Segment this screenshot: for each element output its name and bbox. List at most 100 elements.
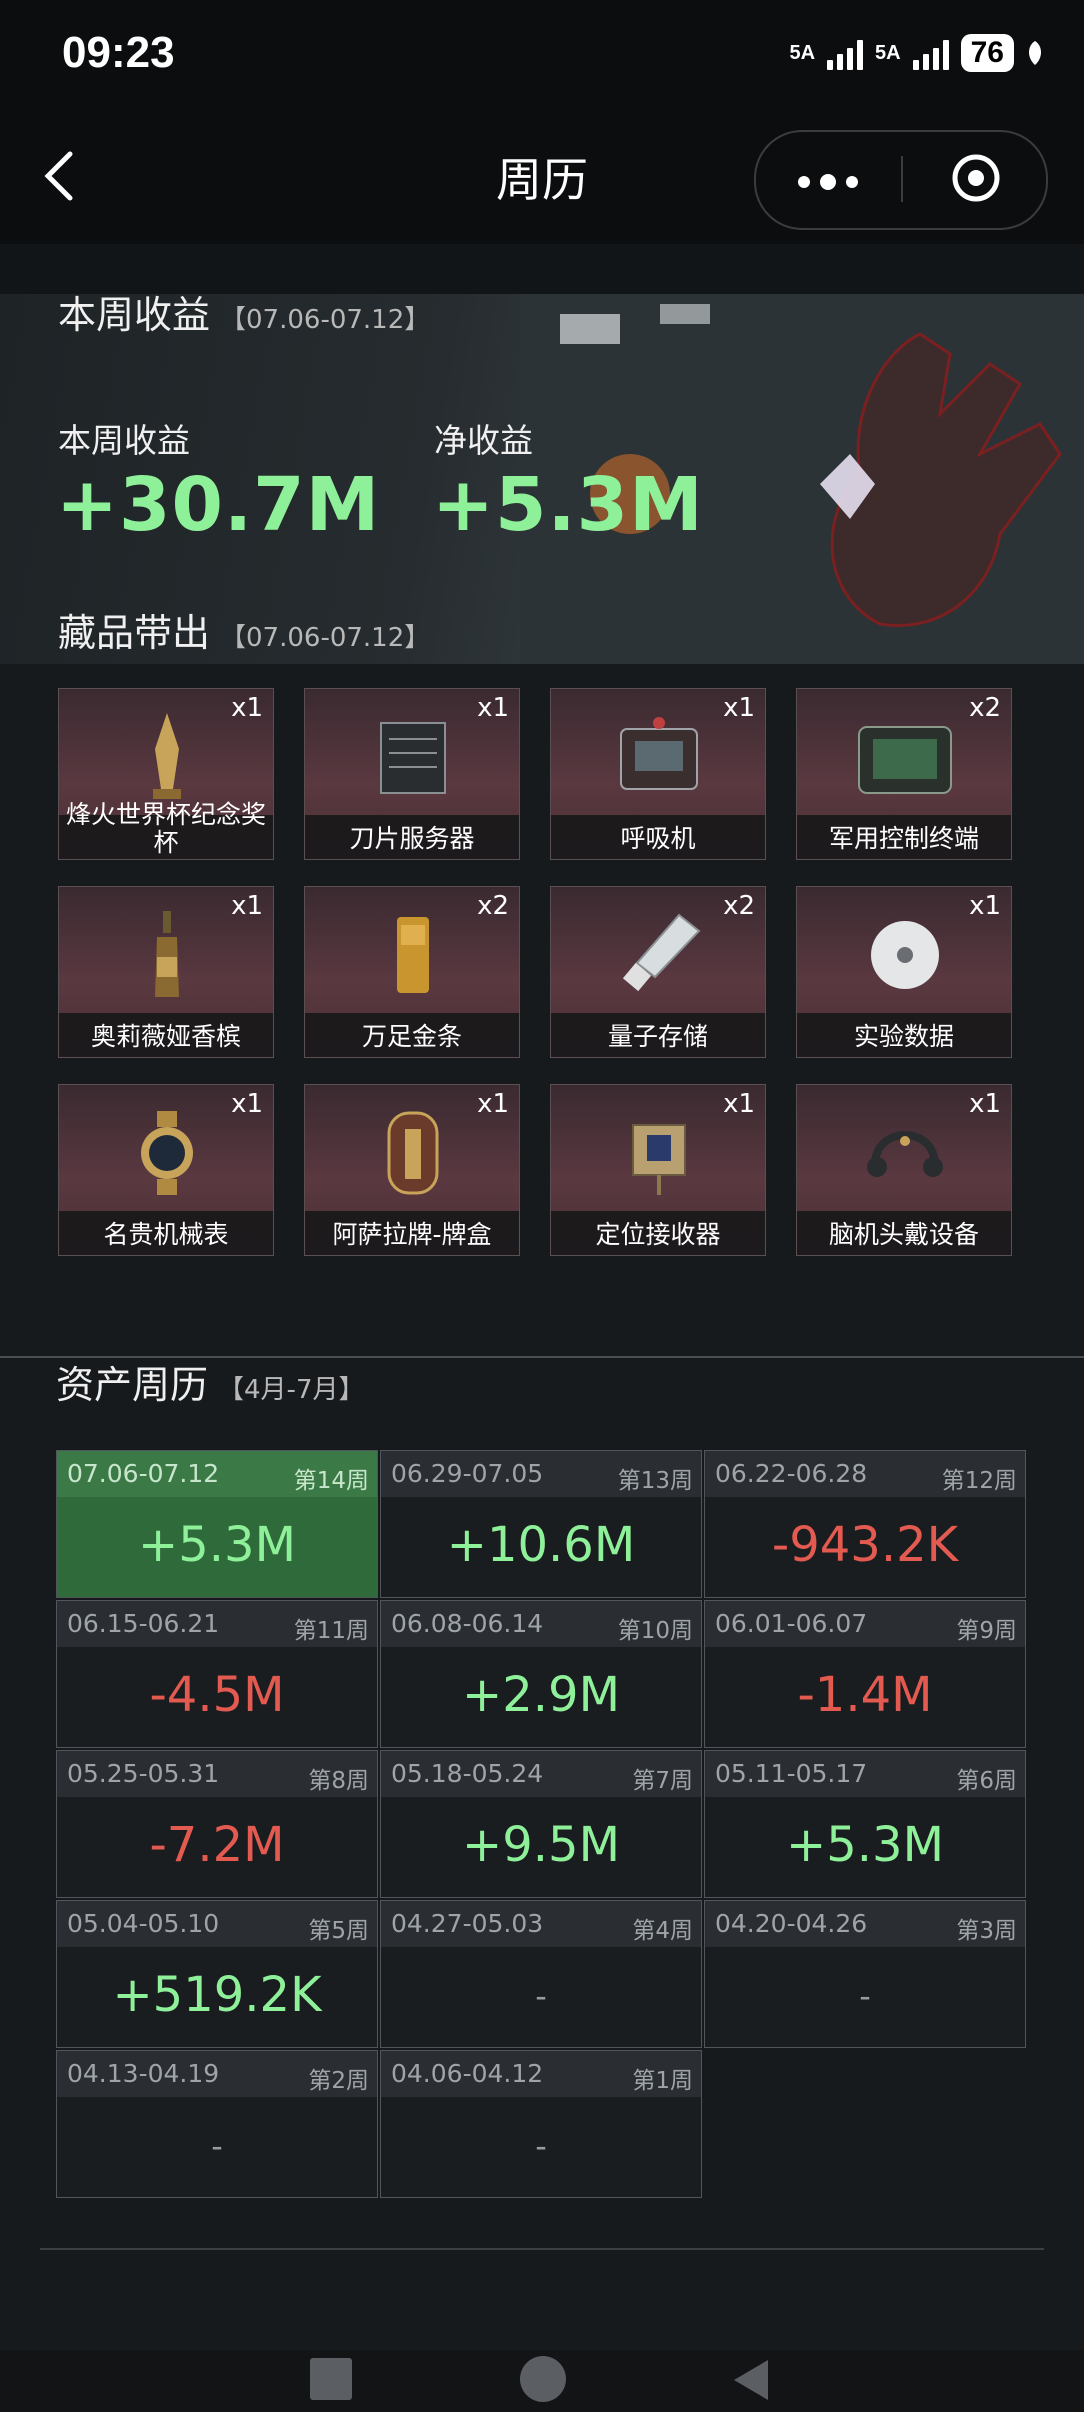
trophy-icon [153,713,181,799]
item-qty: x1 [231,891,263,921]
receiver-icon [632,1124,686,1195]
week-cell-head: 05.25-05.31 第8周 [57,1751,377,1797]
item-name: 脑机头戴设备 [828,1220,979,1249]
collectible-item[interactable]: x2 军用控制终端 [796,688,1012,860]
collectible-item[interactable]: x1 刀片服务器 [304,688,520,860]
week-cell[interactable]: 05.04-05.10 第5周 +519.2K [56,1900,378,2048]
weekly-earnings-banner: 本周收益 【07.06-07.12】 本周收益 +30.7M 净收益 +5.3M … [0,244,1084,664]
recent-apps-icon[interactable] [310,2358,352,2400]
collectible-item[interactable]: x1 烽火世界杯纪念奖杯 [58,688,274,860]
signal-icon-2 [912,36,949,70]
nav-bar: 周历 [0,112,1084,244]
weekly-title-text: 本周收益 [58,293,211,337]
item-qty: x1 [969,1089,1001,1119]
collectible-item[interactable]: x2 万足金条 [304,886,520,1058]
week-cell[interactable]: 05.11-05.17 第6周 +5.3M [704,1750,1026,1898]
week-date: 04.06-04.12 [391,2059,544,2088]
collectible-item[interactable]: x1 名贵机械表 [58,1084,274,1256]
week-date: 05.18-05.24 [391,1759,544,1788]
week-value: - [535,2127,547,2165]
week-date: 04.27-05.03 [391,1909,544,1938]
home-icon[interactable] [520,2356,566,2402]
weekly-range: 【07.06-07.12】 [220,305,431,335]
week-cell[interactable]: 04.06-04.12 第1周 - [380,2050,702,2198]
close-miniapp-icon[interactable] [950,152,1002,204]
week-cell[interactable]: 04.13-04.19 第2周 - [56,2050,378,2198]
watch-icon [141,1111,193,1195]
gold-bar-icon [397,917,429,993]
system-nav-bar [0,2350,1084,2412]
item-name: 刀片服务器 [349,824,475,853]
item-qty: x1 [477,1089,509,1119]
week-cell[interactable]: 07.06-07.12 第14周 +5.3M [56,1450,378,1598]
item-name: 实验数据 [853,1022,954,1051]
week-value: -1.4M [797,1667,933,1723]
collectible-item[interactable]: x1 脑机头戴设备 [796,1084,1012,1256]
item-name: 名贵机械表 [103,1220,229,1249]
collectible-item[interactable]: x1 实验数据 [796,886,1012,1058]
item-name: 军用控制终端 [828,824,979,853]
item-qty: x1 [723,1089,755,1119]
week-cell-head: 06.29-07.05 第13周 [381,1451,701,1497]
week-number: 第4周 [632,1918,693,1944]
usb-drive-icon [622,913,701,992]
back-triangle-icon[interactable] [728,2356,774,2404]
week-cell[interactable]: 06.29-07.05 第13周 +10.6M [380,1450,702,1598]
week-value: - [211,2127,223,2165]
week-cell[interactable]: 06.01-06.07 第9周 -1.4M [704,1600,1026,1748]
week-cell[interactable]: 05.25-05.31 第8周 -7.2M [56,1750,378,1898]
collectible-item[interactable]: x1 阿萨拉牌-牌盒 [304,1084,520,1256]
weekly-income-value: +30.7M [56,462,381,548]
week-date: 06.08-06.14 [391,1609,544,1638]
status-bar: 09:23 5A 5A 76 [0,0,1084,112]
week-cell-head: 07.06-07.12 第14周 [57,1451,377,1497]
week-cell-head: 04.20-04.26 第3周 [705,1901,1025,1947]
collectibles-range: 【07.06-07.12】 [220,623,431,653]
week-cell-head: 04.13-04.19 第2周 [57,2051,377,2097]
disc-icon [871,921,939,989]
week-date: 05.11-05.17 [715,1759,868,1788]
week-date: 06.22-06.28 [715,1459,868,1488]
item-qty: x1 [231,693,263,723]
week-cell-head: 06.22-06.28 第12周 [705,1451,1025,1497]
status-icons: 5A 5A 76 [789,34,1044,72]
item-name: 量子存储 [607,1022,708,1051]
week-number: 第5周 [308,1918,369,1944]
collectible-item[interactable]: x2 量子存储 [550,886,766,1058]
more-menu-icon[interactable] [798,174,858,190]
item-name: 烽火世界杯纪念奖杯 [65,800,266,857]
week-cell[interactable]: 04.20-04.26 第3周 - [704,1900,1026,2048]
ventilator-icon [620,717,698,790]
week-value: +9.5M [462,1817,620,1873]
item-qty: x2 [969,693,1001,723]
miniapp-capsule [754,130,1048,230]
week-cell-head: 04.27-05.03 第4周 [381,1901,701,1947]
week-cell[interactable]: 05.18-05.24 第7周 +9.5M [380,1750,702,1898]
collectible-item[interactable]: x1 定位接收器 [550,1084,766,1256]
week-date: 07.06-07.12 [67,1459,220,1488]
week-cell[interactable]: 06.15-06.21 第11周 -4.5M [56,1600,378,1748]
champagne-icon [155,911,179,997]
week-cell[interactable]: 06.22-06.28 第12周 -943.2K [704,1450,1026,1598]
item-qty: x1 [969,891,1001,921]
item-qty: x2 [477,891,509,921]
item-qty: x2 [723,891,755,921]
week-value: +2.9M [462,1667,620,1723]
calendar-title: 资产周历 【4月-7月】 [56,1354,364,1409]
card-box-icon [387,1111,439,1195]
calendar-range: 【4月-7月】 [218,1375,365,1405]
server-icon [380,722,446,794]
item-qty: x1 [231,1089,263,1119]
item-name: 奥莉薇娅香槟 [90,1022,241,1051]
week-cell[interactable]: 04.27-05.03 第4周 - [380,1900,702,2048]
week-value: +5.3M [786,1817,944,1873]
collectible-item[interactable]: x1 呼吸机 [550,688,766,860]
week-cell[interactable]: 06.08-06.14 第10周 +2.9M [380,1600,702,1748]
week-value: -4.5M [149,1667,285,1723]
week-number: 第6周 [956,1768,1017,1794]
net-income-value: +5.3M [432,462,704,548]
battery-icon: 76 [960,34,1014,72]
collectibles-title: 藏品带出 【07.06-07.12】 [58,602,430,657]
week-value: - [859,1977,871,2015]
collectible-item[interactable]: x1 奥莉薇娅香槟 [58,886,274,1058]
